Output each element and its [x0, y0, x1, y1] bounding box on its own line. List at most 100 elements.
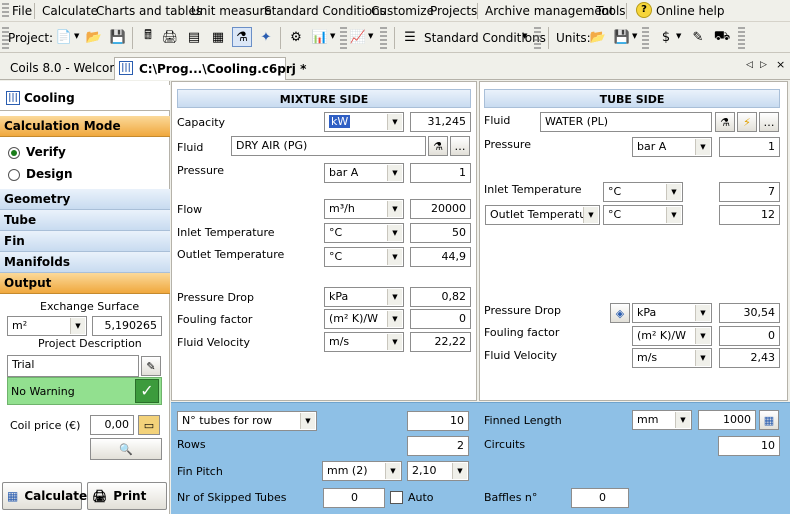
finned-length-value[interactable]: 1000	[698, 410, 756, 430]
more-options-icon[interactable]: …	[450, 136, 470, 156]
menu-charts-tables[interactable]: Charts and tables	[96, 4, 202, 18]
verify-label[interactable]: Verify	[26, 145, 66, 159]
chevron-down-icon[interactable]: ▼	[368, 32, 373, 40]
lightning-icon[interactable]: ⚡	[737, 112, 757, 132]
rows-value[interactable]: 2	[407, 436, 469, 456]
menu-archive-management[interactable]: Archive management	[485, 4, 614, 18]
print-icon[interactable]: 🖨	[160, 27, 180, 47]
fin-pitch-unit-select[interactable]: mm (2) ▼	[322, 461, 402, 481]
chevron-down-icon[interactable]: ▼	[522, 32, 527, 40]
mixture-inlet-unit-select[interactable]: °C ▼	[324, 223, 404, 243]
tube-pressure-value[interactable]: 1	[719, 137, 780, 157]
toolbar-grip[interactable]	[340, 27, 347, 49]
menu-online-help[interactable]: Online help	[656, 4, 724, 18]
calculator-icon[interactable]: 🖩	[138, 27, 158, 47]
capacity-unit-select[interactable]: kW ▼	[324, 112, 404, 132]
calculate-button[interactable]: ▦ Calculate	[2, 482, 87, 510]
fluid-selector-icon[interactable]: ⚗	[428, 136, 448, 156]
project-description-input[interactable]: Trial	[7, 355, 139, 377]
description-edit-icon[interactable]: ✎	[141, 356, 161, 376]
menu-file[interactable]: File	[12, 4, 32, 18]
truck-icon[interactable]: ⛟	[712, 27, 732, 47]
calculator-icon[interactable]: ▦	[759, 410, 779, 430]
search-icon[interactable]: 🔍	[90, 438, 162, 460]
toolbar-grip[interactable]	[642, 27, 649, 49]
section-fin[interactable]: Fin	[0, 231, 170, 252]
chevron-down-icon[interactable]: ▼	[330, 32, 335, 40]
graph-edit-icon[interactable]: 📈	[348, 27, 368, 47]
auto-checkbox[interactable]	[390, 491, 403, 504]
check-icon[interactable]: ✓	[135, 379, 159, 403]
tube-outlet-mode-select[interactable]: Outlet Temperature ▼	[485, 205, 600, 225]
toolbar-grip[interactable]	[738, 27, 745, 49]
close-icon[interactable]: ×	[776, 58, 785, 71]
finned-length-unit-select[interactable]: mm ▼	[632, 410, 692, 430]
menu-tools[interactable]: Tools	[596, 4, 626, 18]
tube-outlet-unit-select[interactable]: °C ▼	[603, 205, 683, 225]
money-icon[interactable]: ▭	[138, 415, 160, 435]
auto-label[interactable]: Auto	[408, 491, 434, 504]
mixture-pressure-unit-select[interactable]: bar A ▼	[324, 163, 404, 183]
design-radio[interactable]	[8, 169, 20, 181]
tubes-mode-select[interactable]: N° tubes for row ▼	[177, 411, 317, 431]
mixture-pressure-drop-unit-select[interactable]: kPa ▼	[324, 287, 404, 307]
tube-pressure-unit-select[interactable]: bar A ▼	[632, 137, 712, 157]
tab-scroll-right-icon[interactable]: ▷	[760, 60, 767, 70]
print-button[interactable]: 🖨 Print	[87, 482, 167, 510]
circuits-value[interactable]: 10	[718, 436, 780, 456]
tube-inlet-value[interactable]: 7	[719, 182, 780, 202]
chevron-down-icon[interactable]: ▼	[632, 32, 637, 40]
tube-inlet-unit-select[interactable]: °C ▼	[603, 182, 683, 202]
currency-icon[interactable]: $	[656, 27, 676, 47]
open-folder-icon[interactable]: 📂	[84, 27, 104, 47]
capacity-value[interactable]: 31,245	[410, 112, 471, 132]
section-geometry[interactable]: Geometry	[0, 189, 170, 210]
section-tube[interactable]: Tube	[0, 210, 170, 231]
fin-pitch-value-select[interactable]: 2,10 ▼	[407, 461, 469, 481]
flow-value[interactable]: 20000	[410, 199, 471, 219]
palette-icon[interactable]: ▦	[208, 27, 228, 47]
tube-fouling-value[interactable]: 0	[719, 326, 780, 346]
coil-price-input[interactable]: 0,00	[90, 415, 134, 435]
baffles-value[interactable]: 0	[571, 488, 629, 508]
edit-icon[interactable]: ✎	[688, 27, 708, 47]
toolbar-grip[interactable]	[380, 27, 387, 49]
tube-outlet-value[interactable]: 12	[719, 205, 780, 225]
tube-pressure-drop-unit-select[interactable]: kPa ▼	[632, 303, 712, 323]
menu-projects[interactable]: Projects	[430, 4, 477, 18]
exchange-unit-select[interactable]: m² ▼	[7, 316, 87, 336]
butterfly-icon[interactable]: ✦	[256, 27, 276, 47]
mixture-outlet-unit-select[interactable]: °C ▼	[324, 247, 404, 267]
mixture-pressure-value[interactable]: 1	[410, 163, 471, 183]
verify-radio[interactable]	[8, 147, 20, 159]
skipped-tubes-value[interactable]: 0	[323, 488, 385, 508]
mixture-fouling-value[interactable]: 0	[410, 309, 471, 329]
menu-standard-conditions[interactable]: Standard Conditions	[264, 4, 386, 18]
chevron-down-icon[interactable]: ▼	[676, 32, 681, 40]
new-file-icon[interactable]: 📄	[54, 27, 74, 47]
toolbar-grip[interactable]	[534, 27, 541, 49]
fluid-selector-icon[interactable]: ⚗	[715, 112, 735, 132]
list-icon[interactable]: ☰	[400, 27, 420, 47]
units-open-icon[interactable]: 📂	[588, 27, 608, 47]
mixture-velocity-unit-select[interactable]: m/s ▼	[324, 332, 404, 352]
tube-velocity-unit-select[interactable]: m/s ▼	[632, 348, 712, 368]
tab-project[interactable]: ||| C:\Prog...\Cooling.c6prj *	[114, 57, 306, 80]
chevron-down-icon[interactable]: ▼	[74, 32, 79, 40]
standard-conditions-selector[interactable]: Standard Conditions	[424, 31, 546, 45]
more-options-icon[interactable]: …	[759, 112, 779, 132]
units-save-icon[interactable]: 💾	[612, 27, 632, 47]
menu-grip[interactable]	[2, 3, 9, 19]
save-icon[interactable]: 💾	[108, 27, 128, 47]
chart-icon[interactable]: 📊	[310, 27, 330, 47]
menu-unit-measure[interactable]: Unit measure	[191, 4, 272, 18]
fluid-selector-icon[interactable]: ⚗	[232, 27, 252, 47]
flow-unit-select[interactable]: m³/h ▼	[324, 199, 404, 219]
menu-calculate[interactable]: Calculate	[42, 4, 98, 18]
tubes-value[interactable]: 10	[407, 411, 469, 431]
menu-customize[interactable]: Customize	[371, 4, 434, 18]
design-label[interactable]: Design	[26, 167, 73, 181]
report-icon[interactable]: ▤	[184, 27, 204, 47]
tab-scroll-left-icon[interactable]: ◁	[746, 60, 753, 70]
mixture-inlet-value[interactable]: 50	[410, 223, 471, 243]
